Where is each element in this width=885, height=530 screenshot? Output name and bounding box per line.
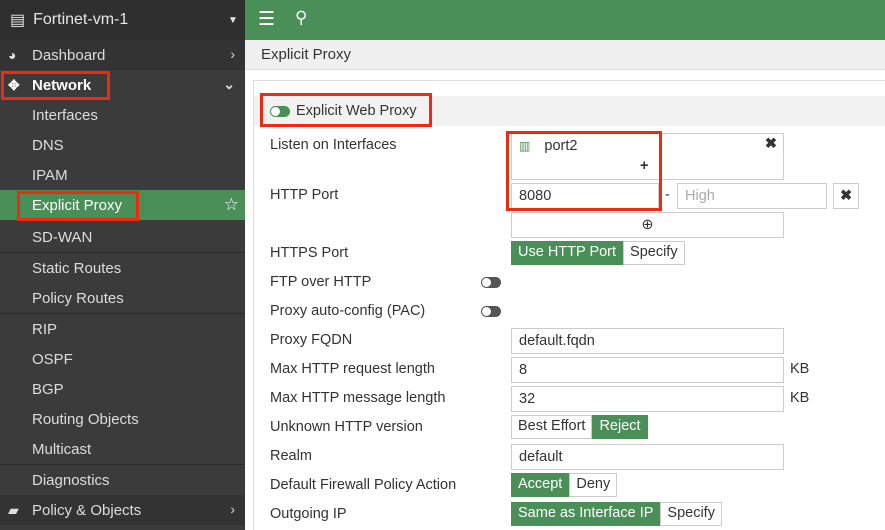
sidebar-item-static-routes[interactable]: Static Routes [0, 253, 245, 283]
max-request-input[interactable]: 8 [511, 357, 784, 383]
unit-label: KB [790, 390, 810, 406]
option-use-http[interactable]: Use HTTP Port [511, 241, 624, 265]
pac-toggle[interactable] [481, 306, 501, 317]
label: Multicast [32, 440, 92, 458]
caret-down-icon: ▼ [228, 14, 238, 26]
label: RIP [32, 320, 58, 338]
delete-port-button[interactable]: ✖ [833, 183, 859, 209]
option-deny[interactable]: Deny [569, 473, 618, 497]
device-selector[interactable]: ▤ Fortinet-vm-1 ▼ [0, 0, 245, 40]
option-reject[interactable]: Reject [592, 415, 648, 439]
sidebar-item-policy-routes[interactable]: Policy Routes [0, 283, 245, 313]
top-bar: ☰ ⚲ [245, 0, 885, 40]
dashboard-icon: ◕ [8, 47, 17, 63]
realm-label: Realm [270, 448, 312, 464]
menu-icon[interactable]: ☰ [258, 8, 275, 31]
range-dash: - [665, 187, 670, 203]
sidebar-item-bgp[interactable]: BGP [0, 374, 245, 404]
form-panel: Explicit Web Proxy Listen on Interfaces … [253, 80, 885, 530]
high-port-input[interactable]: High [677, 183, 827, 209]
unknown-version-toggle[interactable]: Best Effort Reject [511, 415, 648, 439]
device-icon: ▤ [10, 12, 26, 29]
label: Policy Routes [32, 289, 124, 307]
label: OSPF [32, 350, 73, 368]
plus-circle-icon: ⊕ [641, 217, 654, 233]
label: Diagnostics [32, 471, 110, 489]
policy-action-toggle[interactable]: Accept Deny [511, 473, 618, 497]
label: Static Routes [32, 259, 122, 277]
option-best-effort[interactable]: Best Effort [511, 415, 593, 439]
device-name: Fortinet-vm-1 [33, 11, 129, 28]
sidebar-item-dns[interactable]: DNS [0, 130, 245, 160]
sidebar-item-interfaces[interactable]: Interfaces [0, 100, 245, 130]
search-icon[interactable]: ⚲ [295, 8, 307, 28]
remove-icon[interactable]: ✖ [765, 136, 777, 152]
sidebar-item-diagnostics[interactable]: Diagnostics [0, 465, 245, 495]
label: DNS [32, 136, 64, 154]
https-port-toggle[interactable]: Use HTTP Port Specify [511, 241, 685, 265]
chevron-down-icon: ⌄ [223, 76, 235, 92]
sidebar: ▤ Fortinet-vm-1 ▼ ◕ Dashboard › ✥ Network ⌄ … [0, 0, 245, 530]
chevron-right-icon: › [230, 501, 235, 517]
sidebar-item-multicast[interactable]: Multicast [0, 434, 245, 464]
label: Interfaces [32, 106, 98, 124]
add-port-button[interactable]: ⊕ [511, 212, 784, 238]
option-accept[interactable]: Accept [511, 473, 570, 497]
label: Dashboard [32, 46, 106, 64]
label: SD-WAN [32, 228, 93, 246]
fqdn-input[interactable]: default.fqdn [511, 328, 784, 354]
sidebar-item-routing-objects[interactable]: Routing Objects [0, 404, 245, 434]
option-specify[interactable]: Specify [660, 502, 722, 526]
outgoing-ip-toggle[interactable]: Same as Interface IP Specify [511, 502, 722, 526]
breadcrumb: Explicit Proxy [245, 40, 885, 70]
highlight-box [1, 71, 110, 100]
unknown-version-label: Unknown HTTP version [270, 419, 423, 435]
max-message-input[interactable]: 32 [511, 386, 784, 412]
sidebar-item-sdwan[interactable]: SD-WAN [0, 222, 245, 252]
max-request-label: Max HTTP request length [270, 361, 435, 377]
chevron-right-icon: › [230, 46, 235, 62]
highlight-box [17, 191, 139, 221]
fqdn-label: Proxy FQDN [270, 332, 353, 348]
option-specify[interactable]: Specify [623, 241, 685, 265]
highlight-box [506, 131, 662, 211]
label: Policy & Objects [32, 501, 142, 519]
sidebar-item-dashboard[interactable]: ◕ Dashboard › [0, 40, 245, 70]
outgoing-ip-label: Outgoing IP [270, 506, 347, 522]
highlight-box [260, 93, 432, 127]
sidebar-item-rip[interactable]: RIP [0, 314, 245, 344]
label: IPAM [32, 166, 68, 184]
pac-label: Proxy auto-config (PAC) [270, 303, 426, 319]
unit-label: KB [790, 361, 810, 377]
listen-label: Listen on Interfaces [270, 137, 397, 153]
max-message-label: Max HTTP message length [270, 390, 446, 406]
sidebar-item-ipam[interactable]: IPAM [0, 160, 245, 190]
label: Routing Objects [32, 410, 139, 428]
http-port-label: HTTP Port [270, 187, 339, 203]
policy-action-label: Default Firewall Policy Action [270, 477, 457, 493]
realm-input[interactable]: default [511, 444, 784, 470]
sidebar-item-policy-objects[interactable]: ▰ Policy & Objects › [0, 495, 245, 525]
sidebar-item-ospf[interactable]: OSPF [0, 344, 245, 374]
ftp-toggle[interactable] [481, 277, 501, 288]
label: BGP [32, 380, 64, 398]
option-same-as-interface[interactable]: Same as Interface IP [511, 502, 661, 526]
star-icon[interactable]: ☆ [224, 195, 239, 215]
policy-icon: ▰ [8, 502, 19, 518]
ftp-label: FTP over HTTP [270, 274, 372, 290]
https-port-label: HTTPS Port [270, 245, 349, 261]
